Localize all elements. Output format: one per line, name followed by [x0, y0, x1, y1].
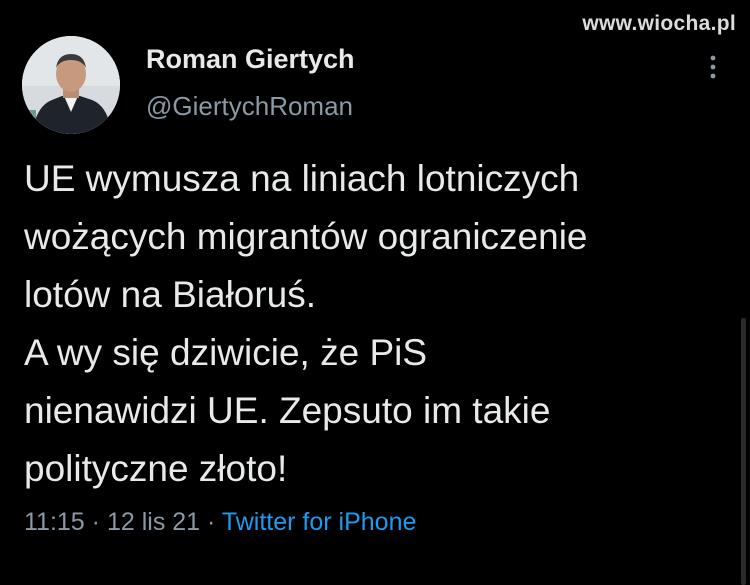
watermark: www.wiocha.pl	[582, 12, 736, 35]
tweet-time[interactable]: 11:15	[24, 508, 85, 536]
tweet-source-link[interactable]: Twitter for iPhone	[222, 508, 417, 536]
tweet-date[interactable]: 12 lis 21	[107, 508, 200, 536]
tweet-meta: 11:15 · 12 lis 21 · Twitter for iPhone	[24, 508, 416, 537]
tweet-line: UE wymusza na liniach lotniczych	[24, 158, 580, 199]
tweet-line: wożących migrantów ograniczenie	[24, 216, 588, 257]
tweet-line: polityczne złoto!	[24, 448, 288, 489]
meta-separator: ·	[207, 508, 216, 536]
author-handle[interactable]: @GiertychRoman	[146, 91, 353, 122]
tweet-line: lotów na Białoruś.	[24, 274, 317, 315]
tweet-text: UE wymusza na liniach lotniczych wożącyc…	[24, 150, 739, 498]
tweet-line: A wy się dziwicie, że PiS	[24, 332, 428, 373]
meta-separator: ·	[91, 508, 100, 536]
more-vertical-icon[interactable]	[704, 54, 722, 80]
scrollbar[interactable]	[741, 318, 746, 585]
avatar[interactable]	[22, 36, 120, 134]
author-name[interactable]: Roman Giertych	[146, 44, 355, 75]
avatar-photo	[22, 36, 120, 134]
tweet-line: nienawidzi UE. Zepsuto im takie	[24, 390, 551, 431]
